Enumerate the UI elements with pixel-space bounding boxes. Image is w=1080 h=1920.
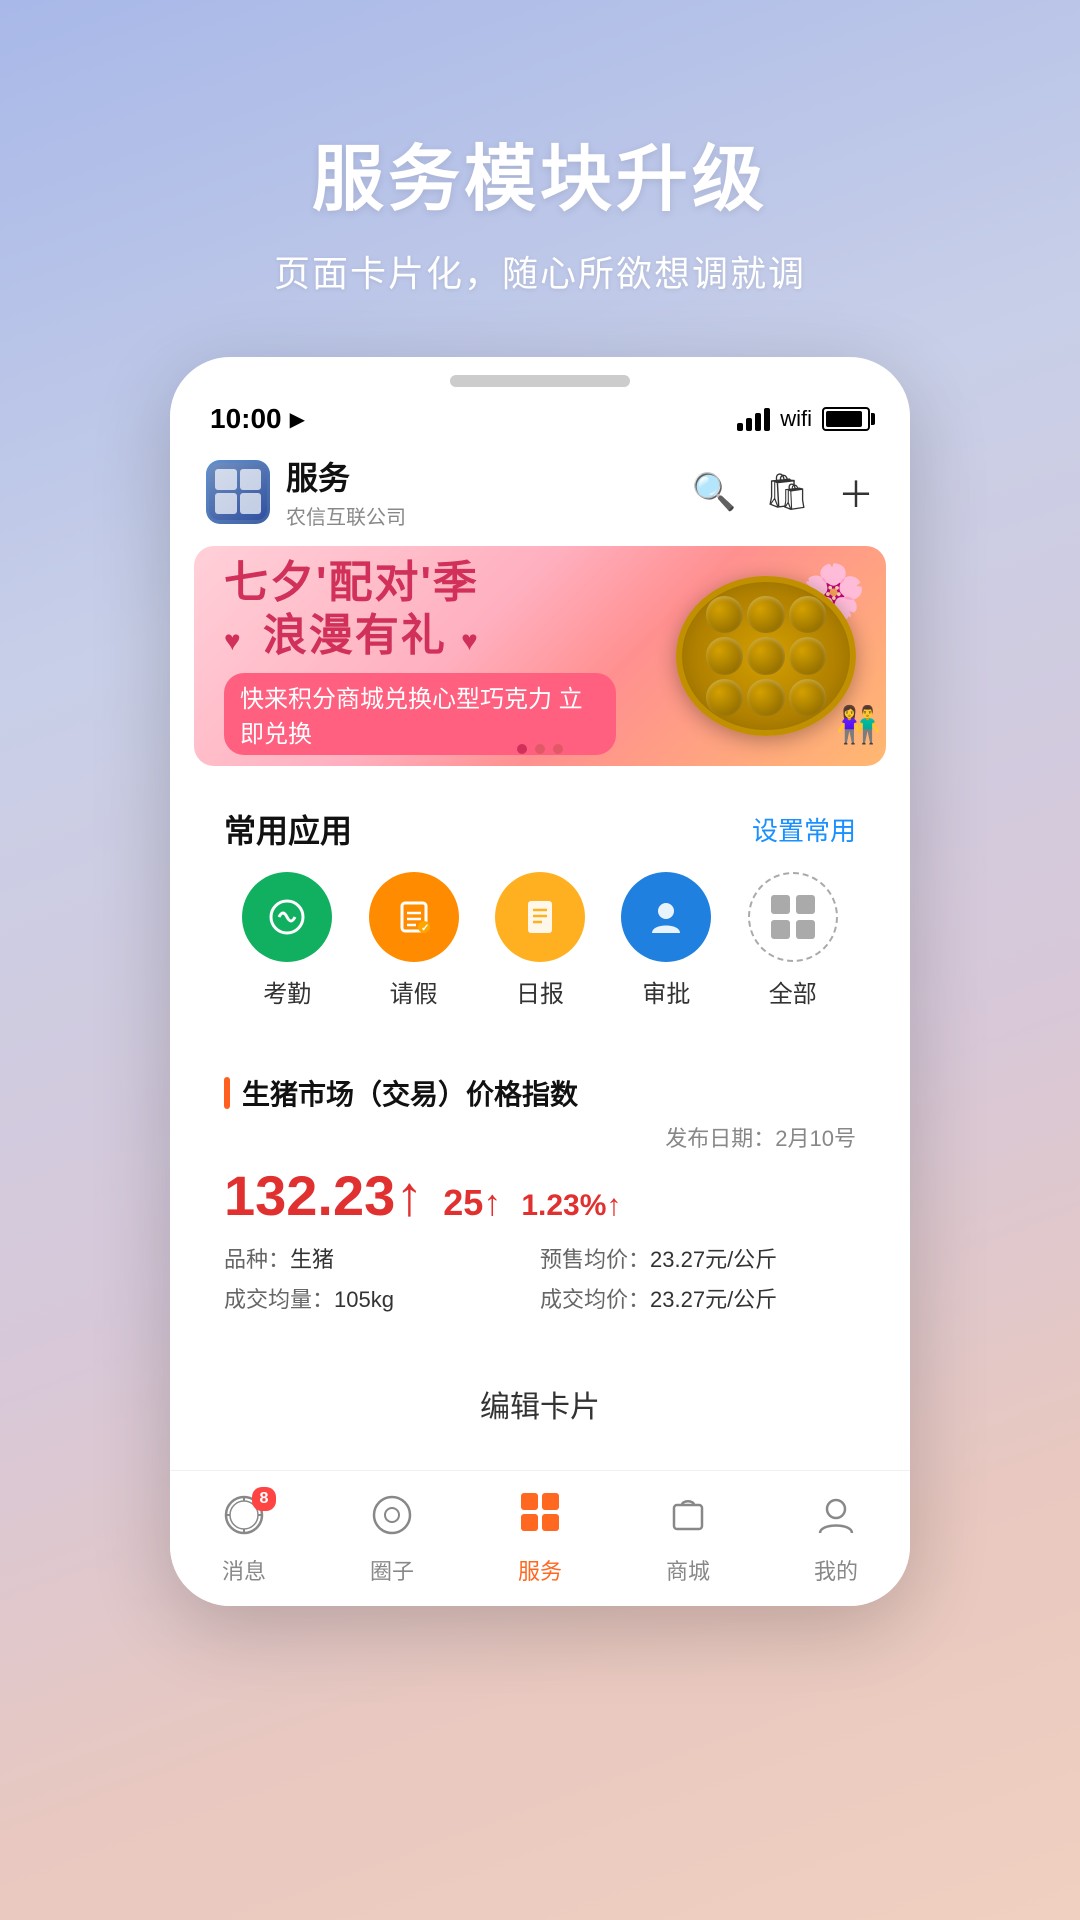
service-icon (515, 1487, 565, 1548)
banner-title-line2: ♥ 浪漫有礼 ♥ (224, 610, 616, 663)
nav-item-service[interactable]: 服务 (490, 1487, 590, 1586)
app-header-right: 🔍 🛍 ＋ (691, 466, 874, 518)
approval-icon (621, 872, 711, 962)
cart-icon[interactable]: 🛍 (764, 471, 810, 513)
approval-label: 审批 (642, 974, 690, 1009)
chocolate-box (676, 576, 856, 736)
messages-label: 消息 (222, 1554, 266, 1586)
mine-label: 我的 (814, 1554, 858, 1586)
market-header: 生猪市场（交易）价格指数 (224, 1073, 856, 1113)
wifi-icon: wifi (780, 406, 812, 432)
detail-trans-price: 成交均价：23.27元/公斤 (540, 1282, 856, 1314)
market-section: 生猪市场（交易）价格指数 发布日期：2月10号 132.23↑ 25↑ 1.23… (194, 1049, 886, 1338)
app-item-leave[interactable]: ✓ 请假 (369, 872, 459, 1009)
banner-image: 🌸 👫 (646, 556, 886, 756)
common-apps-section: 常用应用 设置常用 考勤 (194, 782, 886, 1033)
leave-label: 请假 (390, 974, 438, 1009)
attendance-label: 考勤 (263, 974, 311, 1009)
detail-breed: 品种：生猪 (224, 1242, 540, 1274)
app-title-group: 服务 农信互联公司 (286, 453, 406, 530)
nav-item-mine[interactable]: 我的 (786, 1493, 886, 1586)
banner-subtitle[interactable]: 快来积分商城兑换心型巧克力 立即兑换 (224, 673, 616, 755)
dot-2[interactable] (535, 744, 545, 754)
common-apps-header: 常用应用 设置常用 (224, 806, 856, 852)
phone-notch (450, 375, 630, 387)
nav-item-circle[interactable]: 圈子 (342, 1493, 442, 1586)
market-indicator (224, 1077, 230, 1109)
signal-icon (737, 408, 770, 431)
edit-card-button[interactable]: 编辑卡片 (194, 1354, 886, 1454)
location-arrow-icon: ▶ (290, 407, 305, 432)
status-time: 10:00 (210, 403, 282, 435)
phone-frame: 10:00 ▶ wifi (170, 357, 910, 1606)
circle-label: 圈子 (370, 1554, 414, 1586)
price-pct: 1.23%↑ (521, 1189, 621, 1223)
app-icon (206, 460, 270, 524)
dot-1[interactable] (517, 744, 527, 754)
add-icon[interactable]: ＋ (838, 466, 874, 518)
mine-icon (814, 1493, 858, 1548)
app-item-daily[interactable]: 日报 (495, 872, 585, 1009)
market-details: 品种：生猪 预售均价：23.27元/公斤 成交均量：105kg 成交均价：23.… (224, 1242, 856, 1314)
hero-title: 服务模块升级 (312, 120, 768, 225)
leave-icon: ✓ (369, 872, 459, 962)
app-sub: 农信互联公司 (286, 501, 406, 530)
banner-title-line1: 七夕'配对'季 (224, 557, 616, 610)
price-main: 132.23↑ (224, 1163, 423, 1228)
messages-badge: 8 (252, 1487, 276, 1511)
set-common-button[interactable]: 设置常用 (752, 811, 856, 848)
svg-text:✓: ✓ (421, 923, 429, 934)
daily-icon (495, 872, 585, 962)
banner-content: 七夕'配对'季 ♥ 浪漫有礼 ♥ 快来积分商城兑换心型巧克力 立即兑换 🌸 (194, 546, 886, 766)
app-item-attendance[interactable]: 考勤 (242, 872, 332, 1009)
battery-icon (822, 407, 870, 431)
price-change: 25↑ (443, 1182, 501, 1224)
market-title: 生猪市场（交易）价格指数 (242, 1073, 578, 1113)
banner-title: 七夕'配对'季 ♥ 浪漫有礼 ♥ (224, 557, 616, 663)
app-name: 服务 (286, 453, 406, 499)
heart-right-icon: ♥ (461, 625, 480, 656)
nav-item-messages[interactable]: 8 消息 (194, 1493, 294, 1586)
circle-icon (370, 1493, 414, 1548)
bottom-nav: 8 消息 圈子 服务 (170, 1470, 910, 1606)
app-header: 服务 农信互联公司 🔍 🛍 ＋ (170, 443, 910, 546)
market-date: 发布日期：2月10号 (224, 1121, 856, 1153)
status-bar: 10:00 ▶ wifi (170, 387, 910, 443)
app-item-all[interactable]: 全部 (748, 872, 838, 1009)
app-header-left: 服务 农信互联公司 (206, 453, 406, 530)
dot-3[interactable] (553, 744, 563, 754)
shop-icon (666, 1493, 710, 1548)
market-price-row: 132.23↑ 25↑ 1.23%↑ (224, 1163, 856, 1228)
banner-text-area: 七夕'配对'季 ♥ 浪漫有礼 ♥ 快来积分商城兑换心型巧克力 立即兑换 (194, 546, 646, 766)
banner-dots (517, 744, 563, 754)
attendance-icon (242, 872, 332, 962)
shop-label: 商城 (666, 1554, 710, 1586)
messages-icon: 8 (222, 1493, 266, 1548)
daily-label: 日报 (516, 974, 564, 1009)
heart-left-icon: ♥ (224, 625, 243, 656)
service-label: 服务 (518, 1554, 562, 1586)
banner[interactable]: 七夕'配对'季 ♥ 浪漫有礼 ♥ 快来积分商城兑换心型巧克力 立即兑换 🌸 (194, 546, 886, 766)
hero-subtitle: 页面卡片化，随心所欲想调就调 (274, 245, 806, 297)
all-icon (748, 872, 838, 962)
search-icon[interactable]: 🔍 (691, 471, 736, 513)
nav-item-shop[interactable]: 商城 (638, 1493, 738, 1586)
app-grid: 考勤 ✓ 请假 (224, 872, 856, 1009)
all-label: 全部 (769, 974, 817, 1009)
detail-presale: 预售均价：23.27元/公斤 (540, 1242, 856, 1274)
hero-section: 服务模块升级 页面卡片化，随心所欲想调就调 (0, 0, 1080, 357)
status-icons: wifi (737, 406, 870, 432)
app-item-approval[interactable]: 审批 (621, 872, 711, 1009)
common-apps-title: 常用应用 (224, 806, 352, 852)
couple-icon: 👫 (836, 704, 881, 746)
detail-volume: 成交均量：105kg (224, 1282, 540, 1314)
